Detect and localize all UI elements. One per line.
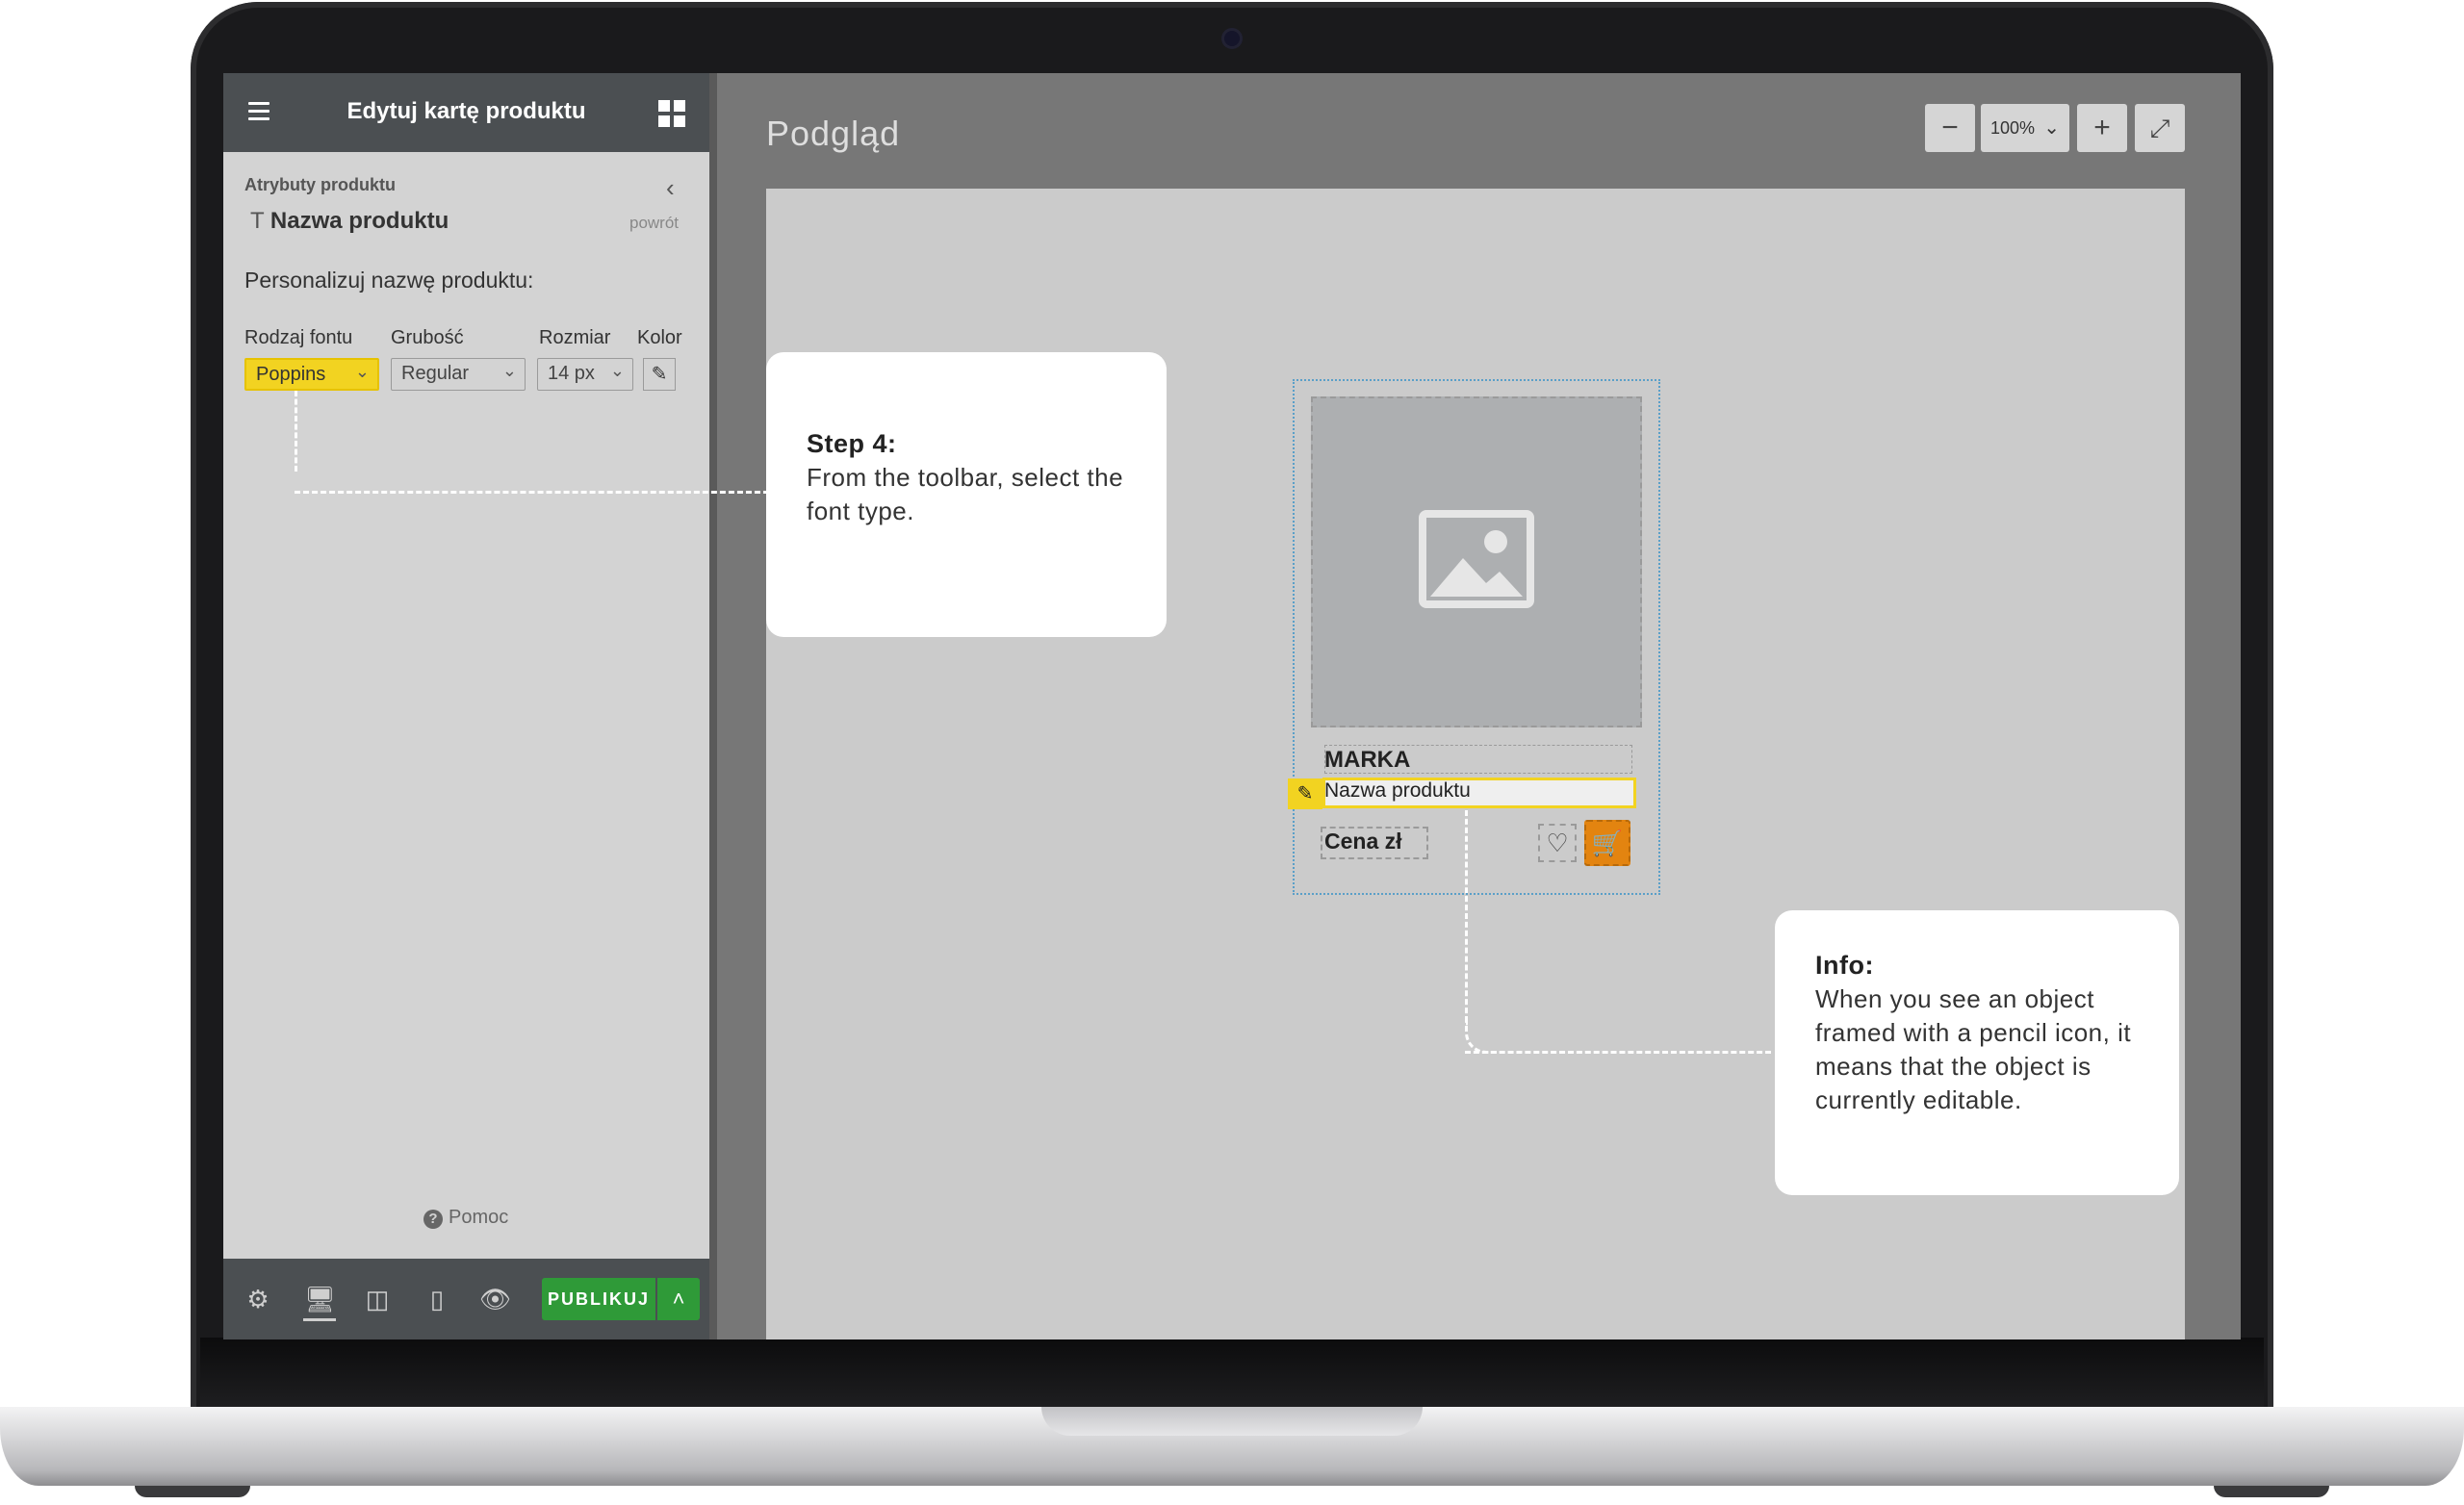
mobile-view-icon[interactable]: ▯: [422, 1284, 452, 1314]
chevron-down-icon: ⌄: [2043, 117, 2060, 139]
fullscreen-icon[interactable]: ⤢: [2135, 104, 2185, 152]
chevron-down-icon: ⌄: [609, 361, 625, 380]
sidebar-footer-toolbar: ⚙ 🖥 ◫ ▯ 👁 PUBLIKUJ ˄: [223, 1259, 709, 1339]
chevron-down-icon: ⌄: [354, 362, 370, 381]
laptop-foot: [135, 1486, 250, 1497]
help-icon: ?: [424, 1210, 443, 1229]
info-body: When you see an object framed with a pen…: [1815, 984, 2132, 1114]
image-icon: [1419, 510, 1534, 608]
pencil-icon: ✎: [1288, 778, 1322, 809]
laptop-notch: [1041, 1407, 1423, 1436]
weight-select[interactable]: Regular ⌄: [391, 358, 526, 391]
product-image-placeholder[interactable]: [1311, 396, 1642, 727]
size-label: Rozmiar: [539, 327, 611, 348]
weight-value: Regular: [401, 363, 470, 384]
settings-icon[interactable]: ⚙: [243, 1284, 273, 1314]
apps-grid-icon[interactable]: [658, 100, 685, 127]
preview-title: Podgląd: [766, 114, 901, 153]
personalize-label: Personalizuj nazwę produktu:: [244, 268, 534, 293]
desktop-view-icon[interactable]: 🖥: [304, 1284, 336, 1314]
sidebar-header: Edytuj kartę produktu: [223, 73, 709, 152]
info-heading: Info:: [1815, 951, 1874, 980]
sidebar-edge: [709, 73, 717, 1339]
attribute-title: T Nazwa produktu: [250, 208, 449, 235]
zoom-select[interactable]: 100% ⌄: [1981, 104, 2069, 152]
product-price[interactable]: Cena zł: [1324, 829, 1402, 855]
help-label: Pomoc: [449, 1207, 509, 1228]
tablet-view-icon[interactable]: ◫: [362, 1284, 393, 1314]
product-brand[interactable]: MARKA: [1324, 747, 1410, 774]
text-type-icon: T: [250, 208, 270, 234]
step-heading: Step 4:: [807, 429, 897, 458]
editor-sidebar: Edytuj kartę produktu Atrybuty produktu …: [223, 73, 709, 1339]
chevron-up-icon[interactable]: ˄: [657, 1278, 700, 1320]
connector-line: [1465, 1051, 1771, 1054]
camera-icon: [1224, 31, 1240, 46]
back-link[interactable]: powrót: [629, 214, 679, 233]
size-select[interactable]: 14 px ⌄: [537, 358, 633, 391]
chevron-down-icon: ⌄: [501, 361, 517, 380]
color-label: Kolor: [637, 327, 682, 348]
laptop-hinge: [200, 1338, 2264, 1407]
attribute-title-label: Nazwa produktu: [270, 208, 449, 234]
connector-line: [295, 491, 769, 494]
screen: Edytuj kartę produktu Atrybuty produktu …: [223, 73, 2241, 1339]
info-callout: Info: When you see an object framed with…: [1775, 910, 2179, 1195]
heart-icon[interactable]: ♡: [1538, 824, 1577, 862]
size-value: 14 px: [548, 363, 595, 384]
zoom-out-button[interactable]: −: [1925, 104, 1975, 152]
step-callout: Step 4: From the toolbar, select the fon…: [766, 352, 1167, 637]
connector-line: [295, 391, 297, 472]
step-body: From the toolbar, select the font type.: [807, 463, 1124, 525]
help-link[interactable]: ? Pomoc: [424, 1207, 508, 1229]
zoom-in-button[interactable]: +: [2077, 104, 2127, 152]
cart-icon[interactable]: 🛒: [1584, 820, 1630, 866]
font-type-label: Rodzaj fontu: [244, 327, 353, 348]
chevron-left-icon[interactable]: ‹: [666, 173, 675, 203]
font-type-value: Poppins: [256, 364, 326, 385]
zoom-value: 100%: [1990, 118, 2036, 138]
laptop-foot: [2214, 1486, 2329, 1497]
color-picker-button[interactable]: ✎: [643, 358, 676, 391]
active-view-indicator: [303, 1318, 336, 1321]
pencil-icon: ✎: [651, 364, 668, 385]
font-type-select[interactable]: Poppins ⌄: [244, 358, 379, 391]
preview-eye-icon[interactable]: 👁: [479, 1284, 511, 1314]
weight-label: Grubość: [391, 327, 464, 348]
publish-button[interactable]: PUBLIKUJ: [542, 1278, 655, 1320]
product-name[interactable]: Nazwa produktu: [1324, 779, 1471, 803]
breadcrumb[interactable]: Atrybuty produktu: [244, 175, 396, 195]
sidebar-title: Edytuj kartę produktu: [346, 98, 586, 124]
